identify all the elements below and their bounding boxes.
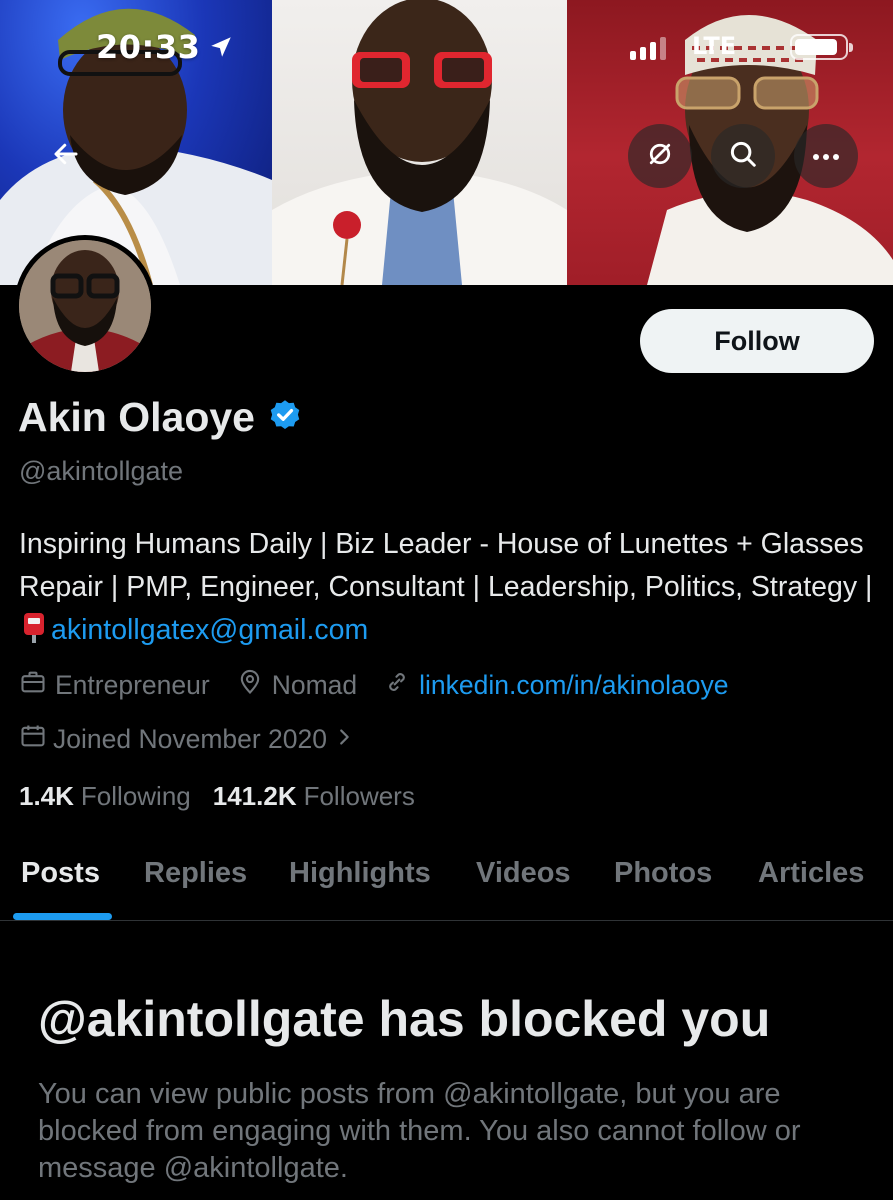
more-dots-icon bbox=[811, 147, 841, 166]
profile-tabs: Posts Replies Highlights Videos Photos A… bbox=[0, 845, 893, 921]
bio-text: Inspiring Humans Daily | Biz Leader - Ho… bbox=[19, 528, 873, 603]
follow-button[interactable]: Follow bbox=[640, 309, 874, 373]
mute-slash-icon bbox=[645, 139, 675, 173]
blocked-title: @akintollgate has blocked you bbox=[38, 991, 771, 1047]
signal-bars-icon bbox=[630, 36, 666, 60]
tab-replies[interactable]: Replies bbox=[144, 857, 247, 890]
profile-meta-row: Entrepreneur Nomad linkedin.com/in/akino… bbox=[19, 668, 754, 703]
search-icon bbox=[728, 139, 758, 173]
more-button[interactable] bbox=[794, 124, 858, 188]
briefcase-icon bbox=[19, 668, 47, 703]
blocked-description: You can view public posts from @akintoll… bbox=[38, 1078, 801, 1184]
network-label: LTE bbox=[692, 32, 737, 60]
location-pin-icon bbox=[236, 668, 264, 703]
location-item: Nomad bbox=[236, 668, 357, 703]
following-label[interactable]: Following bbox=[81, 781, 191, 812]
profession-item: Entrepreneur bbox=[19, 668, 210, 703]
battery-icon bbox=[790, 34, 853, 60]
active-tab-indicator bbox=[13, 913, 112, 920]
back-arrow-icon bbox=[51, 139, 81, 173]
calendar-icon bbox=[19, 722, 47, 757]
website-item[interactable]: linkedin.com/in/akinolaoye bbox=[383, 668, 728, 703]
website-link[interactable]: linkedin.com/in/akinolaoye bbox=[419, 670, 728, 701]
banner-photo-center bbox=[272, 0, 567, 285]
display-name: Akin Olaoye bbox=[18, 394, 255, 440]
joined-text: Joined November 2020 bbox=[53, 724, 328, 754]
profile-name-row: Akin Olaoye bbox=[18, 394, 303, 441]
avatar-photo bbox=[19, 240, 151, 372]
location-arrow-icon bbox=[208, 34, 234, 64]
tab-photos[interactable]: Photos bbox=[614, 857, 712, 890]
profile-bio: Inspiring Humans Daily | Biz Leader - Ho… bbox=[19, 523, 879, 656]
tab-videos[interactable]: Videos bbox=[476, 857, 571, 890]
chevron-right-icon bbox=[333, 724, 355, 755]
header-banner[interactable]: 20:33 LTE bbox=[0, 0, 893, 285]
avatar[interactable] bbox=[14, 235, 156, 377]
joined-row[interactable]: Joined November 2020 bbox=[19, 722, 381, 757]
postbox-emoji-icon bbox=[21, 611, 47, 656]
tab-highlights[interactable]: Highlights bbox=[289, 857, 431, 890]
link-icon bbox=[383, 668, 411, 703]
follow-counts: 1.4K Following 141.2K Followers bbox=[19, 781, 437, 812]
status-time: 20:33 bbox=[96, 28, 201, 66]
tab-posts[interactable]: Posts bbox=[21, 857, 100, 890]
verified-badge-icon[interactable] bbox=[267, 398, 303, 438]
bio-email-link[interactable]: akintollgatex@gmail.com bbox=[51, 614, 368, 646]
mute-button[interactable] bbox=[628, 124, 692, 188]
joined-item[interactable]: Joined November 2020 bbox=[19, 722, 355, 757]
followers-label[interactable]: Followers bbox=[304, 781, 415, 812]
profile-handle: @akintollgate bbox=[19, 456, 184, 486]
back-button[interactable] bbox=[34, 124, 98, 188]
profession-text: Entrepreneur bbox=[55, 670, 210, 700]
followers-count[interactable]: 141.2K bbox=[213, 781, 297, 812]
tab-articles[interactable]: Articles bbox=[758, 857, 864, 890]
following-count[interactable]: 1.4K bbox=[19, 781, 74, 812]
location-text: Nomad bbox=[271, 670, 358, 700]
search-button[interactable] bbox=[711, 124, 775, 188]
